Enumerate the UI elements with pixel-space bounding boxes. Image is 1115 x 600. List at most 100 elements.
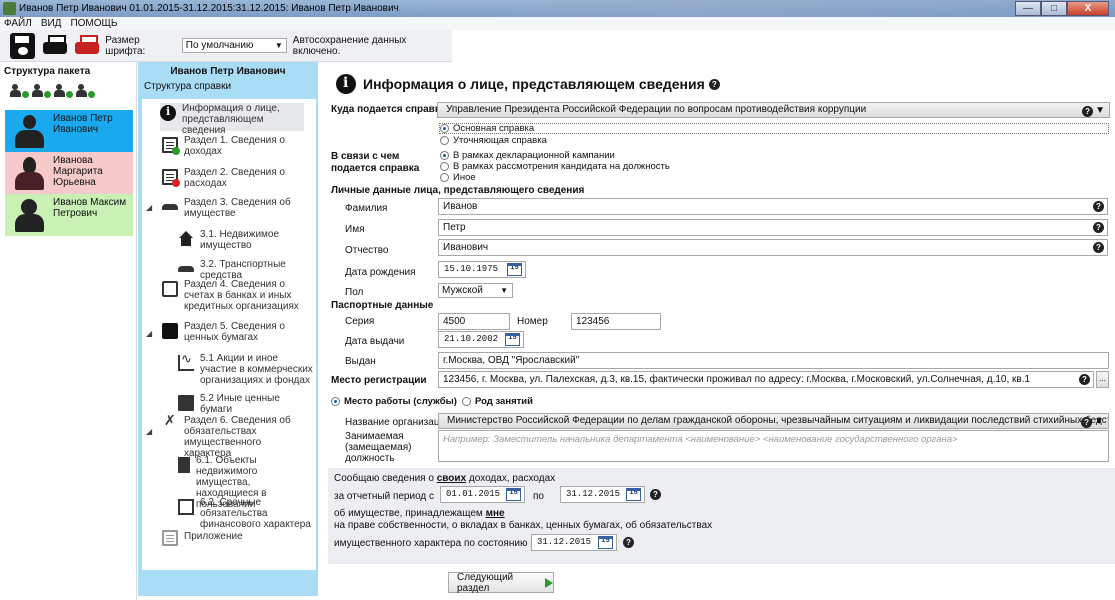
help-icon[interactable]: ?: [708, 78, 720, 90]
people-toolbar: [0, 77, 136, 102]
surname-input[interactable]: Иванов ?: [438, 198, 1108, 215]
nav-item-financial-obligations[interactable]: 6.2. Срочные обязательства финансового х…: [178, 497, 314, 530]
registration-browse-button[interactable]: ...: [1096, 371, 1109, 388]
nav-item-vehicles[interactable]: 3.2. Транспортные средства: [178, 259, 314, 281]
add-person-icon[interactable]: [32, 84, 51, 98]
report-type-main[interactable]: Основная справка: [439, 123, 1109, 134]
calendar-icon[interactable]: 15: [626, 488, 641, 501]
occupation-option[interactable]: Род занятий: [462, 396, 533, 407]
position-textarea[interactable]: Например: Заместитель начальника департа…: [438, 430, 1109, 462]
person-name: Иванова Маргарита Юрьевна: [53, 155, 103, 188]
nav-item-attachment[interactable]: Приложение: [162, 528, 302, 546]
menu-help[interactable]: ПОМОЩЬ: [70, 18, 117, 29]
nav-item-stocks[interactable]: 5.1 Акции и иное участие в коммерческих …: [178, 353, 314, 386]
briefcase-icon: [162, 323, 178, 339]
add-spouse-icon[interactable]: [10, 84, 29, 98]
nav-item-other-securities[interactable]: 5.2 Иные ценные бумаги: [178, 393, 314, 415]
save-icon[interactable]: [10, 32, 35, 59]
print-all-icon[interactable]: [74, 33, 99, 59]
number-label: Номер: [517, 316, 548, 327]
close-button[interactable]: X: [1067, 1, 1109, 16]
nav-item-info[interactable]: Информация о лице, представляющем сведен…: [160, 103, 304, 136]
title-bar-decoration: [398, 0, 1115, 17]
gender-select[interactable]: Мужской ▼: [438, 283, 513, 298]
next-section-button[interactable]: Следующий раздел: [448, 572, 554, 594]
collapse-arrow-icon[interactable]: ◢: [146, 329, 152, 338]
radio-candidate: [440, 162, 449, 171]
calendar-icon[interactable]: 15: [505, 333, 520, 346]
add-relative-icon[interactable]: [76, 84, 95, 98]
help-icon[interactable]: ?: [1081, 416, 1093, 428]
registration-label: Место регистрации: [331, 375, 427, 386]
calendar-icon[interactable]: 15: [598, 536, 613, 549]
work-place-option[interactable]: Место работы (службы): [331, 396, 457, 407]
position-label: Занимаемая (замещаемая) должность: [345, 431, 412, 464]
maximize-button[interactable]: □: [1041, 1, 1067, 16]
org-name-select[interactable]: Министерство Российской Федерации по дел…: [438, 413, 1109, 429]
nav-item-obligations[interactable]: Раздел 6. Сведения об обязательствах иму…: [162, 415, 302, 459]
issued-by-input[interactable]: г.Москва, ОВД "Ярославский": [438, 352, 1109, 369]
period-to-input[interactable]: 31.12.2015 15: [560, 486, 645, 503]
help-icon[interactable]: ?: [1093, 242, 1104, 253]
help-icon[interactable]: ?: [1093, 201, 1104, 212]
person-item-2[interactable]: Иванов Максим Петрович: [5, 194, 133, 236]
collapse-arrow-icon[interactable]: ◢: [146, 427, 152, 436]
chevron-down-icon: ▼: [1094, 416, 1104, 427]
recipient-select[interactable]: Управление Президента Российской Федерац…: [437, 102, 1110, 118]
nav-item-real-estate[interactable]: 3.1. Недвижимое имущество: [178, 229, 308, 251]
org-name-label: Название организации: [345, 417, 451, 428]
chevron-down-icon: ▼: [500, 286, 508, 295]
name-input[interactable]: Петр ?: [438, 219, 1108, 236]
report-type-correction[interactable]: Уточняющая справка: [440, 135, 547, 146]
number-input[interactable]: 123456: [571, 313, 661, 330]
report-structure-panel: Иванов Петр Иванович Структура справки И…: [138, 62, 318, 596]
personal-data-header: Личные данные лица, представляющего свед…: [331, 185, 585, 196]
add-child-icon[interactable]: [54, 84, 73, 98]
registration-input[interactable]: 123456, г. Москва, ул. Палехская, д.3, к…: [438, 371, 1094, 388]
person-name: Иванов Максим Петрович: [53, 197, 127, 219]
calendar-icon[interactable]: 15: [506, 488, 521, 501]
period-line-3: об имуществе, принадлежащем мне: [334, 508, 505, 519]
help-icon[interactable]: ?: [1082, 105, 1094, 117]
radio-correction: [440, 136, 449, 145]
nav-item-bank-accounts[interactable]: Раздел 4. Сведения о счетах в банках и и…: [162, 279, 304, 312]
calendar-icon[interactable]: 15: [507, 263, 522, 276]
help-icon[interactable]: ?: [1093, 222, 1104, 233]
menu-view[interactable]: ВИД: [41, 18, 62, 29]
collapse-arrow-icon[interactable]: ◢: [146, 203, 152, 212]
as-of-date-input[interactable]: 31.12.2015 15: [531, 534, 617, 551]
help-icon[interactable]: ?: [650, 489, 661, 500]
chevron-down-icon: ▼: [274, 41, 283, 50]
reason-candidate[interactable]: В рамках рассмотрения кандидата на должн…: [440, 161, 670, 172]
font-size-select[interactable]: По умолчанию ▼: [181, 38, 287, 53]
recipient-label: Куда подается справка: [331, 104, 446, 115]
period-from-input[interactable]: 01.01.2015 15: [440, 486, 525, 503]
nav-item-expenses[interactable]: Раздел 2. Сведения о расходах: [162, 167, 302, 189]
reason-other[interactable]: Иное: [440, 172, 476, 183]
radio-work: [331, 397, 340, 406]
reason-declaration[interactable]: В рамках декларационной кампании: [440, 150, 615, 161]
patronymic-input[interactable]: Иванович ?: [438, 239, 1108, 256]
person-item-0[interactable]: Иванов Петр Иванович: [5, 110, 133, 152]
period-line-1: Сообщаю сведения о своих доходах, расход…: [334, 473, 556, 484]
radio-declaration: [440, 151, 449, 160]
house-icon: [178, 231, 194, 247]
help-icon[interactable]: ?: [1079, 374, 1090, 385]
help-icon[interactable]: ?: [623, 537, 634, 548]
person-item-1[interactable]: Иванова Маргарита Юрьевна: [5, 152, 133, 194]
nav-item-income[interactable]: Раздел 1. Сведения о доходах: [162, 135, 302, 157]
package-structure-panel: Структура пакета Иванов Петр Иванович Ив…: [0, 62, 137, 600]
nav-item-securities[interactable]: Раздел 5. Сведения о ценных бумагах: [162, 321, 302, 343]
print-icon[interactable]: [42, 33, 67, 59]
nav-item-property[interactable]: Раздел 3. Сведения об имуществе: [162, 197, 302, 219]
series-input[interactable]: 4500: [438, 313, 510, 330]
birth-date-input[interactable]: 15.10.1975 15: [438, 261, 526, 278]
info-icon: [160, 105, 176, 121]
font-size-label: Размер шрифта:: [105, 34, 146, 57]
menu-file[interactable]: ФАЙЛ: [4, 18, 32, 29]
minimize-button[interactable]: —: [1015, 1, 1041, 16]
woman-avatar: [5, 152, 53, 194]
issue-date-input[interactable]: 21.10.2002 15: [438, 331, 524, 348]
font-size-value: По умолчанию: [185, 40, 254, 51]
period-to-label: по: [533, 491, 544, 502]
